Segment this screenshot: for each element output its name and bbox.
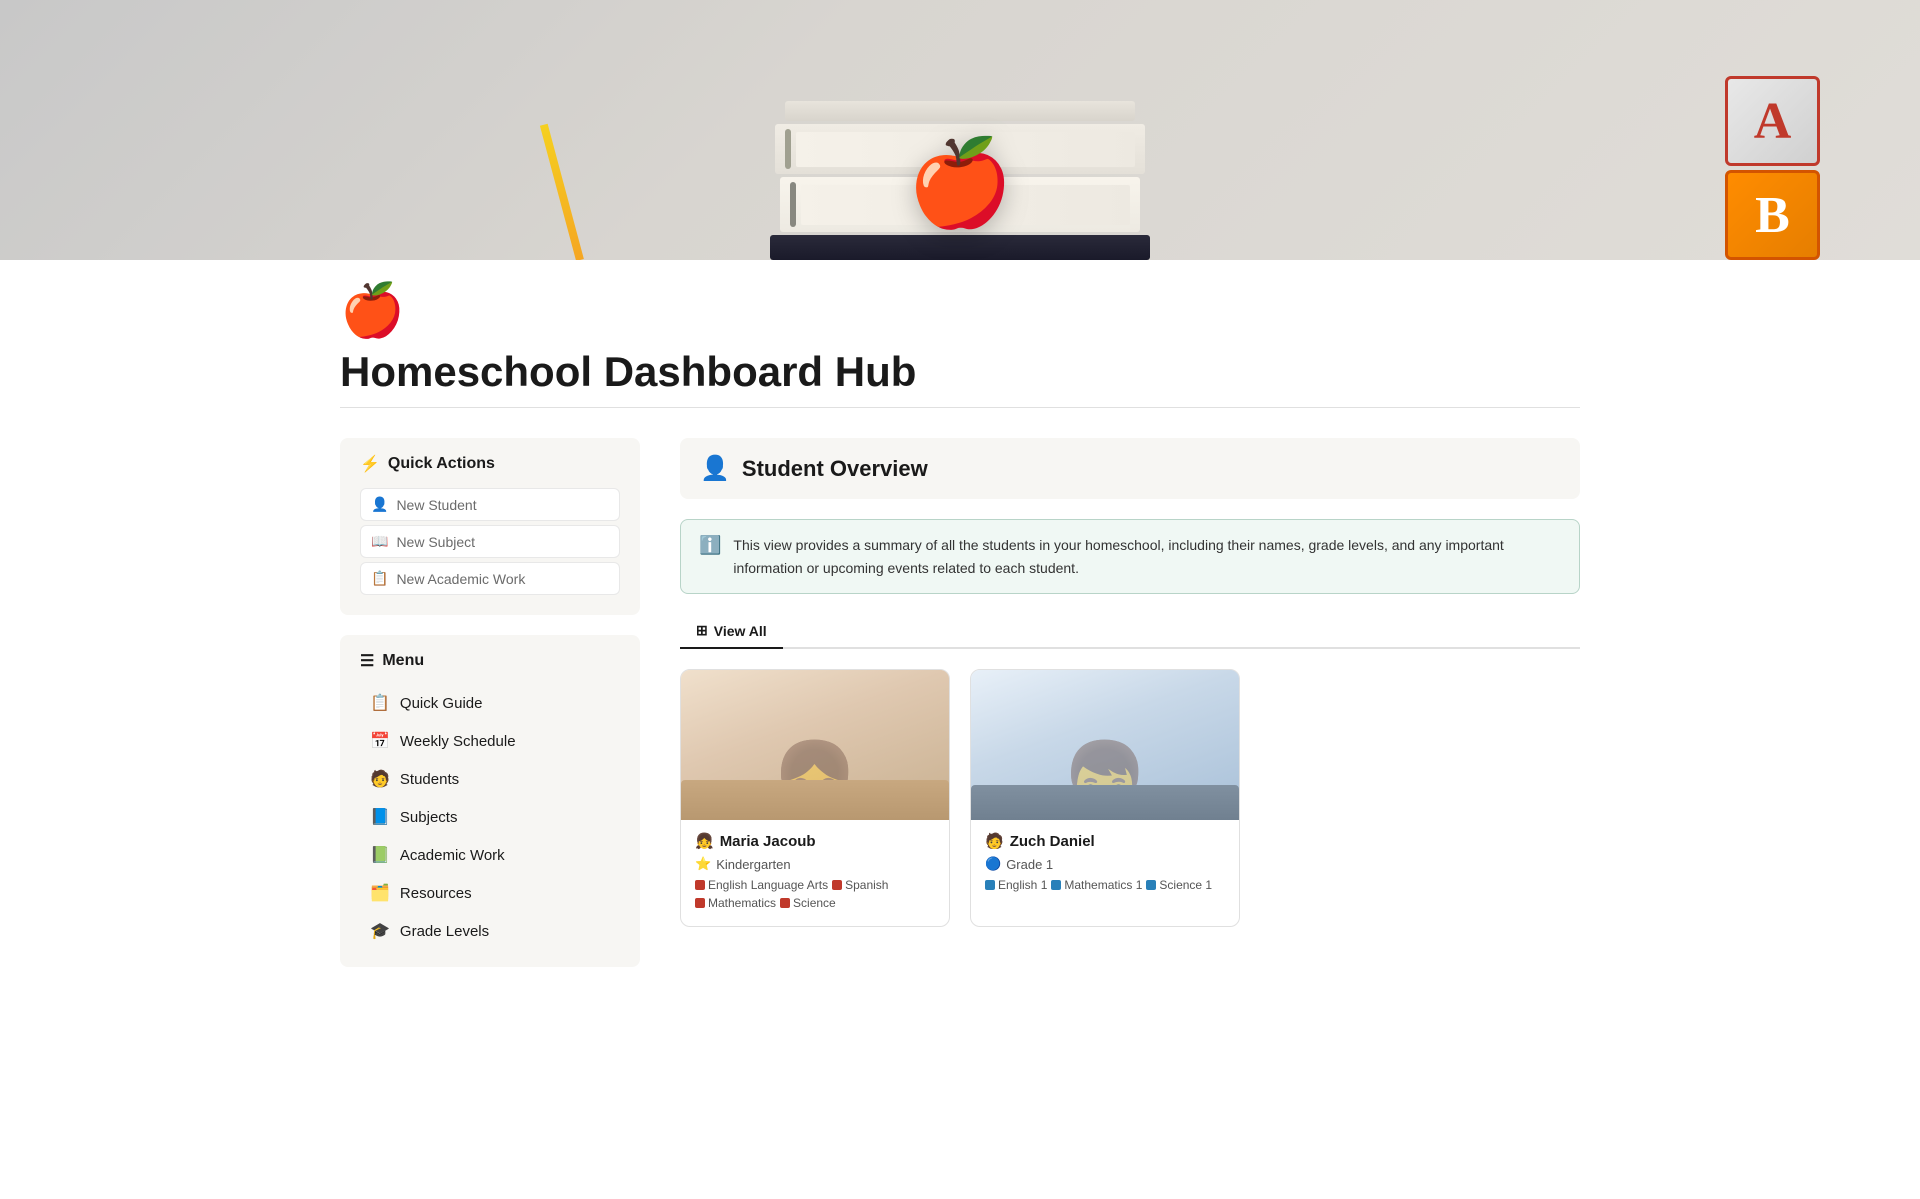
resources-icon: 🗂️ xyxy=(370,883,390,903)
menu-grade-levels[interactable]: 🎓 Grade Levels xyxy=(360,913,620,949)
main-content: 👤 Student Overview ℹ️ This view provides… xyxy=(680,438,1580,927)
student-overview-title: Student Overview xyxy=(742,456,928,482)
new-academic-work-icon: 📋 xyxy=(371,570,388,587)
resources-label: Resources xyxy=(400,885,472,902)
tag-dot-spanish xyxy=(832,880,842,890)
tag-dot-math-zuch xyxy=(1051,880,1061,890)
left-sidebar: ⚡ Quick Actions 👤 New Student 📖 New Subj… xyxy=(340,438,640,987)
tag-dot-english-zuch xyxy=(985,880,995,890)
page-title: Homeschool Dashboard Hub xyxy=(340,347,1580,397)
grade-icon-zuch: 🔵 xyxy=(985,856,1001,872)
tag-dot-math-maria xyxy=(695,898,705,908)
view-all-tab[interactable]: ⊞ View All xyxy=(680,614,783,649)
tag-dot-science-maria xyxy=(780,898,790,908)
view-all-label: View All xyxy=(714,623,767,639)
student-overview-icon: 👤 xyxy=(700,454,730,483)
menu-subjects[interactable]: 📘 Subjects xyxy=(360,799,620,835)
title-area: 🍎 Homeschool Dashboard Hub xyxy=(340,260,1580,408)
new-subject-button[interactable]: 📖 New Subject xyxy=(360,525,620,558)
subject-tag-math-zuch: Mathematics 1 xyxy=(1051,878,1142,892)
subject-tags-maria-row2: Mathematics Science xyxy=(695,896,935,910)
menu-students[interactable]: 🧑 Students xyxy=(360,761,620,797)
student-name-maria: 👧 Maria Jacoub xyxy=(695,832,935,850)
grade-icon-maria: ⭐ xyxy=(695,856,711,872)
student-card-zuch[interactable]: 👦 🧑 Zuch Daniel 🔵 Grade 1 xyxy=(970,669,1240,927)
menu-weekly-schedule[interactable]: 📅 Weekly Schedule xyxy=(360,723,620,759)
new-subject-icon: 📖 xyxy=(371,533,388,550)
tag-dot-ela xyxy=(695,880,705,890)
subject-tag-science-zuch: Science 1 xyxy=(1146,878,1212,892)
student-cards-grid: 👧 👧 Maria Jacoub ⭐ Kindergarten xyxy=(680,669,1580,927)
student-emoji-zuch: 🧑 xyxy=(985,832,1004,850)
quick-guide-icon: 📋 xyxy=(370,693,390,713)
menu-resources[interactable]: 🗂️ Resources xyxy=(360,875,620,911)
menu-section: ☰ Menu 📋 Quick Guide 📅 Weekly Schedule 🧑… xyxy=(340,635,640,967)
page-banner: 🍎 A B xyxy=(0,0,1920,260)
menu-quick-guide[interactable]: 📋 Quick Guide xyxy=(360,685,620,721)
student-name-zuch: 🧑 Zuch Daniel xyxy=(985,832,1225,850)
student-grade-maria: ⭐ Kindergarten xyxy=(695,856,935,872)
subject-tag-ela: English Language Arts xyxy=(695,878,828,892)
subject-tags-maria-row1: English Language Arts Spanish xyxy=(695,878,935,892)
subject-tag-english-zuch: English 1 xyxy=(985,878,1047,892)
view-all-icon: ⊞ xyxy=(696,622,708,639)
student-card-body-maria: 👧 Maria Jacoub ⭐ Kindergarten English La… xyxy=(681,820,949,926)
student-photo-maria: 👧 xyxy=(681,670,949,820)
quick-actions-section: ⚡ Quick Actions 👤 New Student 📖 New Subj… xyxy=(340,438,640,615)
new-academic-work-label: New Academic Work xyxy=(396,571,525,587)
student-overview-header: 👤 Student Overview xyxy=(680,438,1580,499)
subject-tag-science-maria: Science xyxy=(780,896,836,910)
info-text: This view provides a summary of all the … xyxy=(733,534,1561,579)
new-student-icon: 👤 xyxy=(371,496,388,513)
student-card-body-zuch: 🧑 Zuch Daniel 🔵 Grade 1 English 1 xyxy=(971,820,1239,908)
quick-guide-label: Quick Guide xyxy=(400,695,483,712)
menu-title: ☰ Menu xyxy=(360,651,620,671)
info-box: ℹ️ This view provides a summary of all t… xyxy=(680,519,1580,594)
quick-actions-icon: ⚡ xyxy=(360,454,380,474)
menu-icon: ☰ xyxy=(360,651,374,671)
block-b-icon: B xyxy=(1725,170,1820,260)
info-icon: ℹ️ xyxy=(699,535,721,556)
books-decoration: 🍎 xyxy=(770,101,1150,260)
block-a-icon: A xyxy=(1725,76,1820,166)
new-academic-work-button[interactable]: 📋 New Academic Work xyxy=(360,562,620,595)
subjects-icon: 📘 xyxy=(370,807,390,827)
student-card-maria[interactable]: 👧 👧 Maria Jacoub ⭐ Kindergarten xyxy=(680,669,950,927)
academic-work-label: Academic Work xyxy=(400,847,505,864)
weekly-schedule-icon: 📅 xyxy=(370,731,390,751)
page-emoji: 🍎 xyxy=(340,280,1580,341)
menu-academic-work[interactable]: 📗 Academic Work xyxy=(360,837,620,873)
subjects-label: Subjects xyxy=(400,809,458,826)
new-subject-label: New Subject xyxy=(396,534,475,550)
weekly-schedule-label: Weekly Schedule xyxy=(400,733,516,750)
new-student-label: New Student xyxy=(396,497,476,513)
subject-tag-spanish: Spanish xyxy=(832,878,888,892)
abc-blocks-decoration: A B xyxy=(1725,76,1820,260)
academic-work-icon: 📗 xyxy=(370,845,390,865)
student-photo-zuch: 👦 xyxy=(971,670,1239,820)
students-icon: 🧑 xyxy=(370,769,390,789)
student-emoji-maria: 👧 xyxy=(695,832,714,850)
students-label: Students xyxy=(400,771,459,788)
apple-on-book-icon: 🍎 xyxy=(907,141,1013,226)
grade-levels-icon: 🎓 xyxy=(370,921,390,941)
subject-tags-zuch-row1: English 1 Mathematics 1 Science 1 xyxy=(985,878,1225,892)
grade-levels-label: Grade Levels xyxy=(400,923,489,940)
new-student-button[interactable]: 👤 New Student xyxy=(360,488,620,521)
pencil-decoration xyxy=(540,124,584,260)
tag-dot-science-zuch xyxy=(1146,880,1156,890)
quick-actions-title: ⚡ Quick Actions xyxy=(360,454,620,474)
student-grade-zuch: 🔵 Grade 1 xyxy=(985,856,1225,872)
view-tabs: ⊞ View All xyxy=(680,614,1580,649)
subject-tag-math-maria: Mathematics xyxy=(695,896,776,910)
